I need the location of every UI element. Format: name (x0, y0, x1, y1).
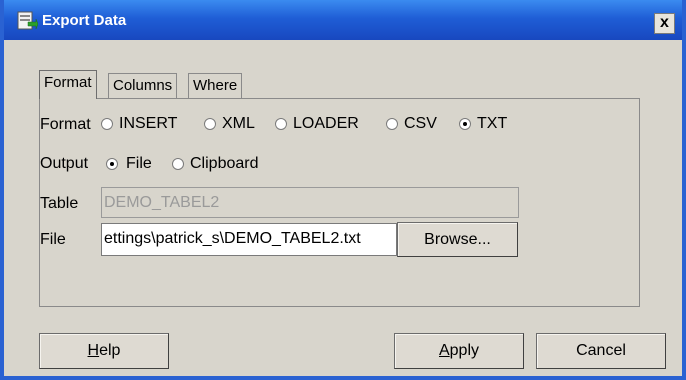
format-option-loader-label[interactable]: LOADER (293, 115, 359, 133)
apply-button-accel: A (438, 342, 450, 359)
close-button[interactable]: x (654, 13, 675, 34)
format-option-insert-label[interactable]: INSERT (119, 115, 177, 133)
format-option-csv-label[interactable]: CSV (404, 115, 437, 133)
tab-where[interactable]: Where (188, 73, 243, 98)
database-export-icon (17, 11, 38, 30)
radio-format-insert[interactable] (101, 118, 113, 130)
table-name-field: DEMO_TABEL2 (101, 187, 519, 218)
help-button[interactable]: Help (39, 333, 169, 369)
apply-button[interactable]: Apply (394, 333, 524, 369)
output-option-clipboard-label[interactable]: Clipboard (190, 155, 258, 173)
help-button-accel: H (87, 342, 100, 359)
apply-button-label: pply (449, 342, 480, 359)
tab-columns[interactable]: Columns (108, 73, 178, 98)
radio-format-csv[interactable] (386, 118, 398, 130)
file-label: File (40, 231, 66, 248)
file-path-input[interactable]: ettings\patrick_s\DEMO_TABEL2.txt (101, 223, 397, 256)
tab-format[interactable]: Format (39, 70, 97, 99)
file-path-value: ettings\patrick_s\DEMO_TABEL2.txt (104, 230, 361, 247)
output-label: Output (40, 155, 89, 172)
output-option-file-label[interactable]: File (126, 155, 152, 173)
help-button-label: elp (99, 342, 121, 359)
radio-format-txt[interactable] (459, 118, 471, 130)
title-bar[interactable]: Export Data x (4, 0, 682, 40)
format-option-xml-label[interactable]: XML (222, 115, 255, 133)
export-data-dialog: Export Data x Format Columns Where Forma… (0, 0, 686, 380)
table-label: Table (40, 195, 79, 212)
radio-format-xml[interactable] (204, 118, 216, 130)
window-title: Export Data (42, 12, 127, 29)
browse-button[interactable]: Browse... (397, 222, 518, 257)
format-tab-panel: Format INSERT XML LOADER CSV TXT Output … (39, 98, 640, 307)
format-option-txt-label[interactable]: TXT (477, 115, 507, 133)
radio-format-loader[interactable] (275, 118, 287, 130)
cancel-button[interactable]: Cancel (536, 333, 666, 369)
format-label: Format (40, 116, 91, 133)
radio-output-clipboard[interactable] (172, 158, 184, 170)
radio-output-file[interactable] (106, 158, 118, 170)
